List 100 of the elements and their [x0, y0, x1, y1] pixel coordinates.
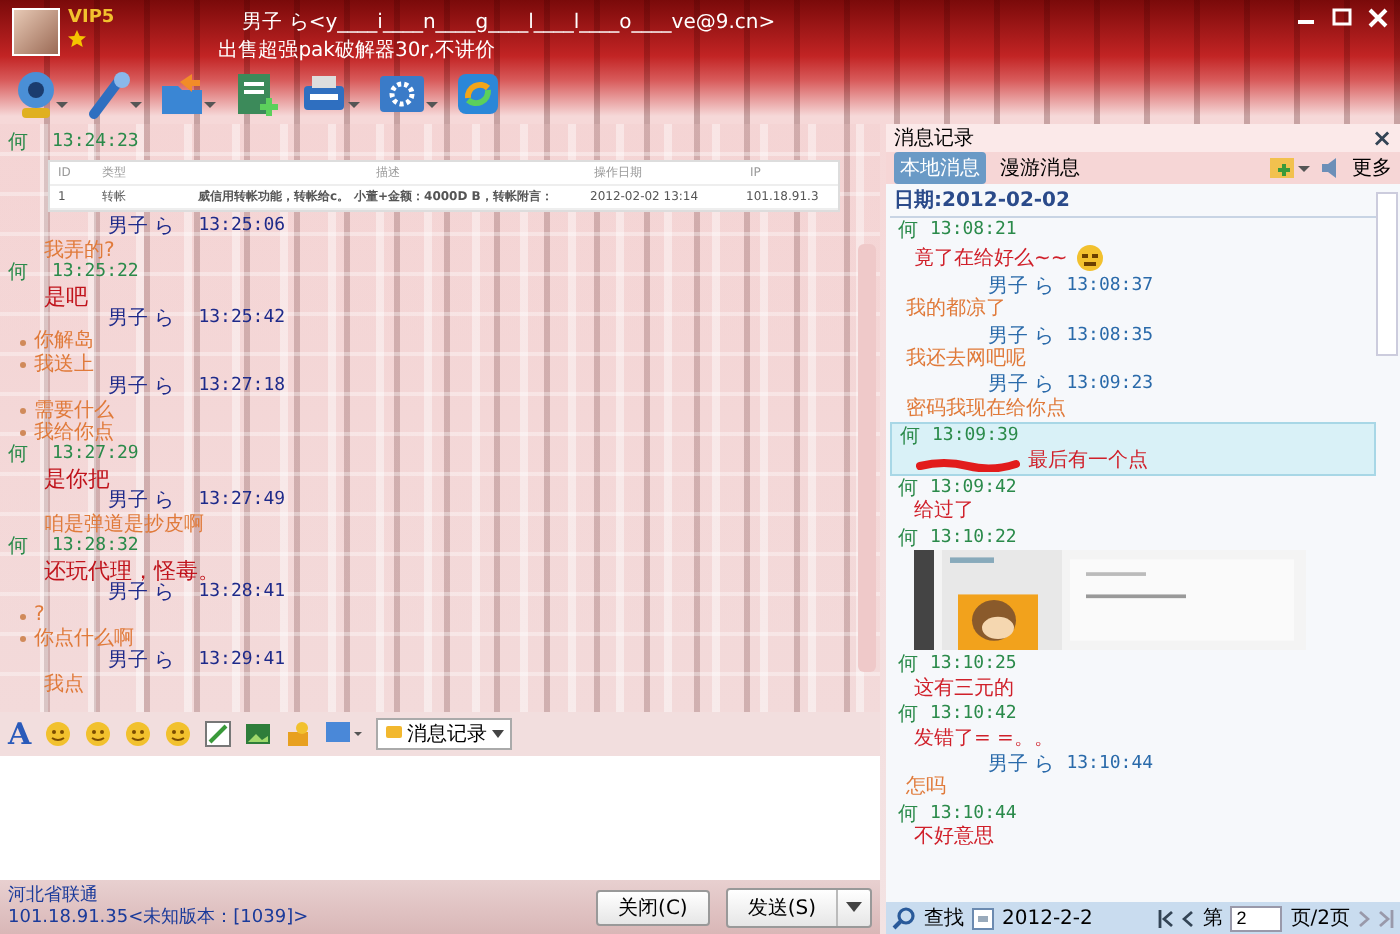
history-tab[interactable]: 本地消息	[894, 152, 986, 184]
message-history-button[interactable]: 消息记录	[375, 718, 512, 750]
sender-name: 何	[8, 132, 28, 155]
panel-title: 消息记录	[894, 125, 974, 152]
caret-icon[interactable]	[846, 901, 862, 913]
emoticon-icon[interactable]	[123, 720, 152, 748]
message-text: 是吧	[44, 285, 88, 309]
date-field[interactable]: 2012-2-2	[1002, 907, 1093, 929]
microphone-icon[interactable]	[86, 70, 142, 122]
message-time: 13:10:25	[930, 654, 1017, 677]
sender-name: 男子 ら	[988, 374, 1055, 397]
message-time: 13:08:21	[930, 220, 1017, 244]
first-page-icon[interactable]	[1158, 909, 1175, 927]
message-text: 密码我现在给你点	[906, 397, 1066, 421]
sender-name: 男子 ら	[988, 275, 1055, 299]
message-time: 13:09:42	[930, 478, 1017, 499]
previous-page-icon[interactable]	[1182, 909, 1195, 927]
sender-name: 男子 ら	[108, 216, 175, 240]
message-time: 13:10:44	[1066, 753, 1154, 777]
history-entry[interactable]: 何 13:10:25 这有三元的	[890, 652, 1376, 703]
sender-name: 何	[900, 426, 920, 450]
message-text: 这有三元的	[914, 677, 1014, 701]
message-text: 还玩代理，怪毒。	[44, 559, 220, 582]
message-input[interactable]	[0, 756, 880, 880]
history-entry[interactable]: 何 13:08:21 竟了在给好么~~	[890, 218, 1376, 274]
sender-name: 何	[8, 536, 28, 559]
sender-name: 何	[898, 220, 918, 244]
vip-level: VIP5	[68, 8, 115, 28]
message-text: 竟了在给好么~~	[914, 248, 1068, 272]
scrollbar[interactable]	[858, 244, 876, 672]
history-entry[interactable]: 男子 ら 13:10:44 怎吗	[890, 751, 1376, 802]
search-button[interactable]: 查找	[924, 904, 964, 932]
sender-name: 何	[898, 704, 918, 727]
history-tab[interactable]: 漫游消息	[994, 152, 1086, 184]
sender-name: 男子 ら	[108, 308, 175, 331]
message-time: 13:10:42	[930, 704, 1017, 727]
image-icon[interactable]	[243, 720, 272, 748]
sender-name: 男子 ら	[988, 325, 1055, 348]
message-text: 我还去网吧呢	[906, 348, 1026, 371]
address-text: 101.18.91.35<未知版本：[1039]>	[8, 907, 309, 929]
signature: 出售超强pak破解器30r,不讲价	[218, 37, 497, 64]
history-entry[interactable]: 男子 ら 13:08:35 我还去网吧呢	[890, 323, 1376, 373]
message-time: 13:09:23	[1066, 374, 1154, 398]
message-time: 13:08:37	[1066, 275, 1154, 299]
add-folder-icon[interactable]	[1268, 154, 1312, 182]
search-icon[interactable]	[892, 906, 916, 930]
close-button[interactable]: 关闭(C)	[596, 889, 710, 925]
star-icon	[68, 30, 86, 48]
message-text: 我的都凉了	[906, 298, 1006, 322]
scrollbar[interactable]	[1376, 192, 1398, 356]
message-time: 13:10:44	[930, 803, 1017, 825]
calendar-icon[interactable]	[972, 907, 994, 929]
message-text: 是你把	[44, 467, 110, 491]
message-text: 你解岛	[34, 330, 94, 353]
avatar[interactable]	[12, 8, 60, 56]
history-entry[interactable]: 何 13:10:42 发错了= =。。	[890, 702, 1376, 752]
message-time: 13:27:49	[198, 490, 286, 514]
message-time: 13:09:39	[932, 426, 1019, 450]
webcam-icon[interactable]	[12, 70, 68, 122]
sender-name: 男子 ら	[108, 581, 175, 605]
message-time: 13:08:35	[1066, 325, 1154, 349]
sender-name: 何	[898, 478, 918, 501]
emoticon-icon[interactable]	[83, 720, 112, 748]
message-time: 13:25:22	[52, 262, 139, 286]
redaction-scribble	[916, 458, 1020, 473]
add-document-icon[interactable]	[234, 70, 282, 122]
message-time: 13:27:18	[198, 376, 286, 400]
message-text: 我弄的?	[44, 239, 115, 262]
emoticon-icon[interactable]	[43, 720, 72, 748]
close-icon[interactable]: ×	[1371, 124, 1392, 152]
message-time: 13:28:32	[52, 536, 139, 559]
message-text: 最后有一个点	[1028, 449, 1148, 473]
history-entry[interactable]: 男子 ら 13:09:23 密码我现在给你点	[890, 372, 1376, 423]
message-text: 需要什么	[34, 399, 114, 422]
maximize-icon[interactable]	[1332, 8, 1352, 28]
page-label: 第	[1202, 906, 1223, 932]
message-time: 13:25:06	[198, 216, 286, 240]
message-time: 13:24:23	[52, 132, 139, 155]
history-entry[interactable]: 何 13:10:44 不好意思	[890, 801, 1376, 852]
page-field[interactable]: 2	[1230, 905, 1283, 931]
caret-icon	[491, 730, 504, 738]
contact-name: 男子 ら<y____i____n____g____l____l____o____ve@9.cn>	[242, 10, 776, 36]
close-icon[interactable]	[1368, 8, 1388, 28]
chat-bubble-icon	[383, 724, 404, 744]
message-text: 我送上	[34, 353, 94, 377]
sender-name: 男子 ら	[108, 650, 175, 674]
history-entry[interactable]: 何 13:09:42 给过了	[890, 476, 1376, 526]
history-entry[interactable]: 何 13:10:22	[890, 525, 1376, 653]
font-button[interactable]: A	[8, 716, 32, 752]
screenshot-icon[interactable]	[203, 720, 232, 748]
history-entry[interactable]: 男子 ら 13:08:37 我的都凉了	[890, 273, 1376, 324]
message-text: 我给你点	[34, 422, 114, 445]
sender-name: 男子 ら	[108, 490, 175, 513]
page-count: 页/2页	[1290, 906, 1350, 932]
more-button[interactable]: 更多	[1352, 154, 1392, 182]
emoticon-icon[interactable]	[163, 720, 192, 748]
monitor-icon[interactable]	[323, 720, 364, 748]
history-entry[interactable]: 何 13:09:39 最后有一个点	[890, 422, 1376, 477]
sender-name: 男子 ら	[108, 376, 175, 400]
date-heading: 日期:2012-02-02	[890, 188, 1376, 219]
